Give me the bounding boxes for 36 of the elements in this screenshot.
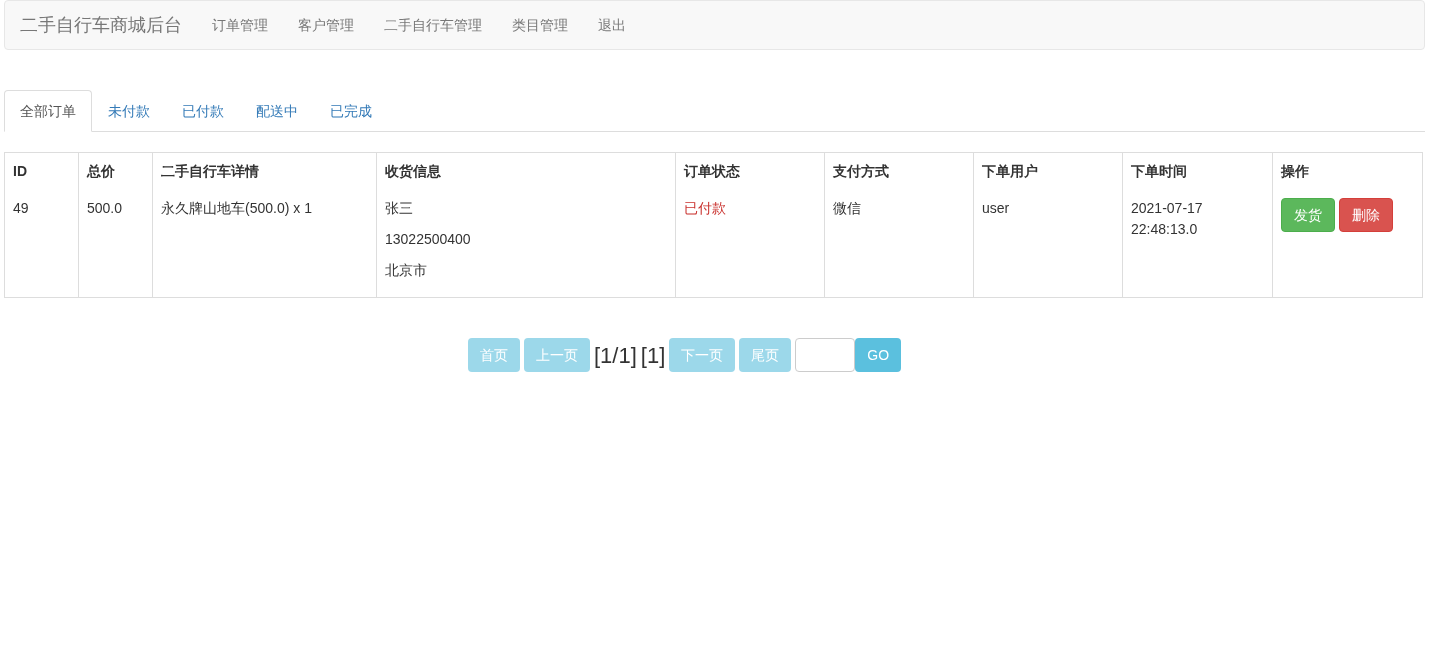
status-text: 已付款 [684,200,726,216]
shipping-line: 张三 [385,199,414,218]
column-header: 下单用户 [973,152,1123,190]
table-cell: 500.0 [87,200,123,216]
nav-link[interactable]: 类目管理 [497,14,583,36]
tab[interactable]: 未付款 [92,90,166,132]
column-header: 总价 [78,152,153,190]
nav-link[interactable]: 二手自行车管理 [369,14,497,36]
page-input[interactable] [795,338,856,372]
column-header: 下单时间 [1122,152,1273,190]
action-button[interactable]: 删除 [1339,198,1393,232]
action-button[interactable]: 发货 [1281,198,1335,232]
table-cell: 49 [13,200,29,216]
table-cell: user [982,200,1010,216]
tab[interactable]: 已付款 [166,90,240,132]
column-header: 收货信息 [376,152,676,190]
nav-link[interactable]: 客户管理 [283,14,369,36]
time-line: 22:48:13.0 [1131,220,1199,239]
table-cell: 微信 [833,200,861,216]
column-header: 支付方式 [824,152,974,190]
tab[interactable]: 全部订单 [4,90,92,132]
column-header: 订单状态 [675,152,825,190]
nav-link[interactable]: 订单管理 [197,14,283,36]
column-header: 操作 [1272,152,1423,190]
table-cell: 永久牌山地车(500.0) x 1 [161,200,312,216]
shipping-line: 13022500400 [385,230,472,249]
tab[interactable]: 配送中 [240,90,314,132]
tab[interactable]: 已完成 [314,90,388,132]
time-line: 2021-07-17 [1131,199,1204,218]
brand-title[interactable]: 二手自行车商城后台 [20,11,182,39]
nav-link[interactable]: 退出 [583,14,641,36]
column-header: 二手自行车详情 [152,152,377,190]
shipping-line: 北京市 [385,261,428,280]
current-page: [1] [640,341,666,370]
column-header: ID [4,152,79,190]
page-info: [1/1] [593,341,637,370]
